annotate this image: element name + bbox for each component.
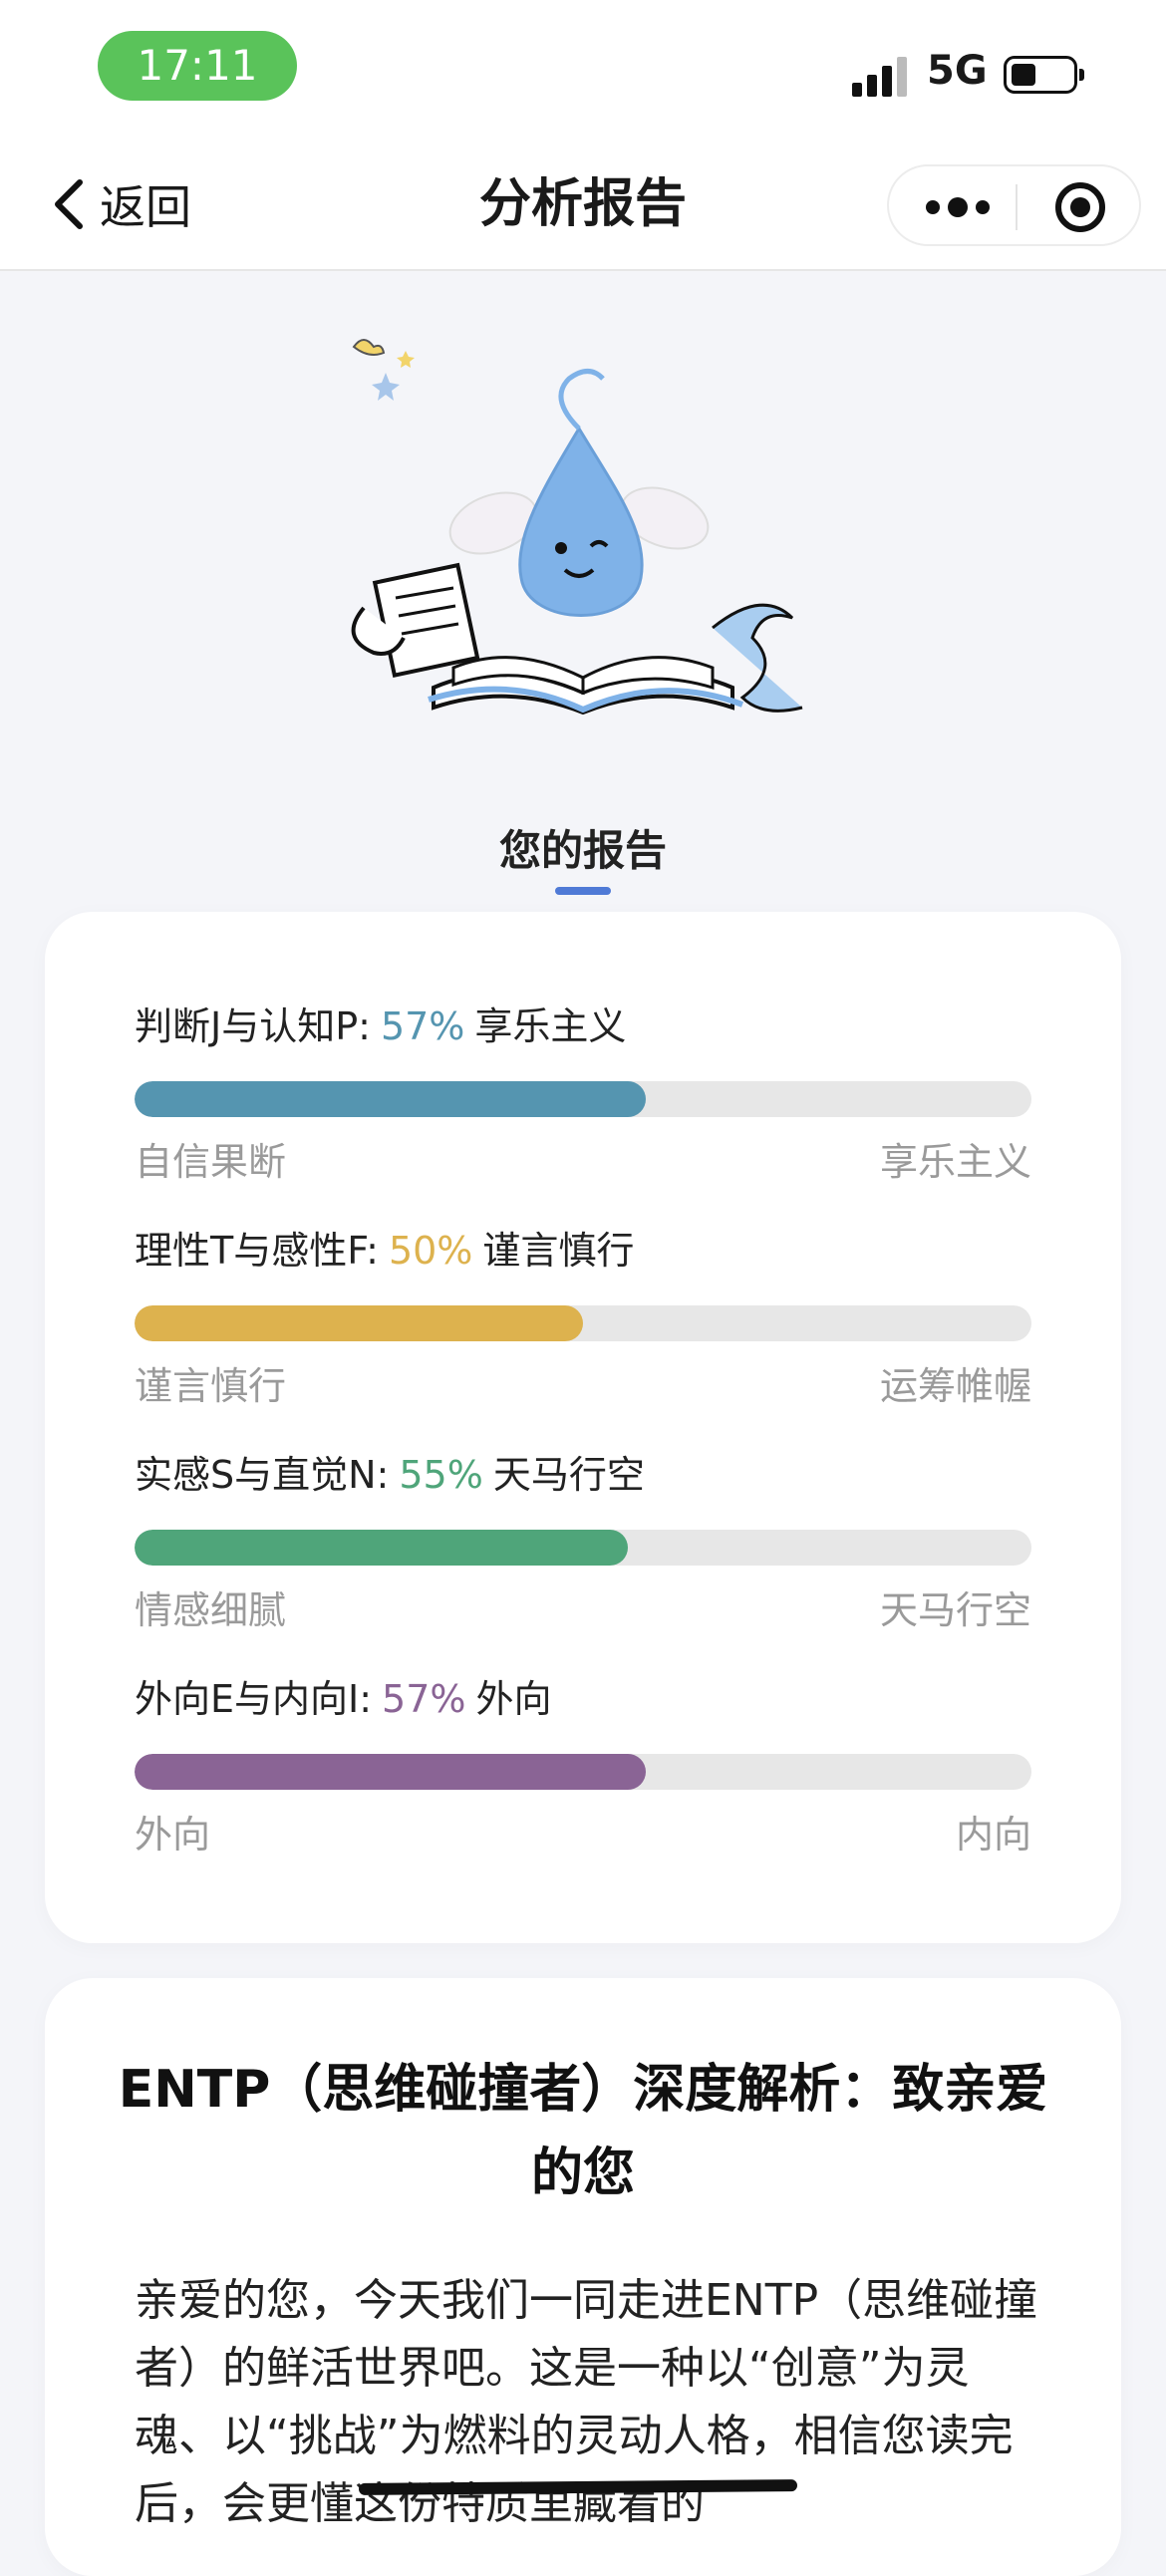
metric-percent: 55% xyxy=(399,1453,483,1497)
network-type: 5G xyxy=(927,48,988,94)
metric-name: 理性T与感性F: xyxy=(135,1229,379,1273)
right-pole-label: 享乐主义 xyxy=(879,1140,1031,1184)
progress-bar xyxy=(135,1530,628,1566)
progress-track xyxy=(135,1530,1031,1566)
left-pole-label: 谨言慎行 xyxy=(135,1364,287,1408)
signal-icon xyxy=(852,55,912,97)
miniprogram-capsule xyxy=(887,164,1141,246)
progress-bar xyxy=(135,1754,646,1790)
metric-result: 外向 xyxy=(475,1677,552,1721)
progress-bar xyxy=(135,1081,646,1117)
battery-icon xyxy=(1004,56,1084,94)
metric-result: 享乐主义 xyxy=(474,1004,627,1048)
tab-indicator xyxy=(555,887,611,895)
analysis-title: ENTP（思维碰撞者）深度解析：致亲爱的您 xyxy=(118,2060,1048,2203)
metric-label: 实感S与直觉N: 55% 天马行空 xyxy=(135,1450,1031,1500)
metric-s-n: 实感S与直觉N: 55% 天马行空 情感细腻 天马行空 xyxy=(135,1450,1031,1632)
status-time: 17:11 xyxy=(98,31,297,101)
metric-percent: 50% xyxy=(388,1229,473,1273)
progress-track xyxy=(135,1081,1031,1117)
nav-bar: 返回 分析报告 xyxy=(0,140,1166,271)
left-pole-label: 情感细腻 xyxy=(135,1588,287,1632)
metric-label: 外向E与内向I: 57% 外向 xyxy=(135,1674,1031,1724)
progress-track xyxy=(135,1305,1031,1341)
right-pole-label: 运筹帷幄 xyxy=(879,1364,1031,1408)
metric-result: 天马行空 xyxy=(492,1453,645,1497)
right-pole-label: 内向 xyxy=(955,1813,1031,1857)
metric-label: 理性T与感性F: 50% 谨言慎行 xyxy=(135,1226,1031,1276)
mascot-illustration xyxy=(351,339,803,716)
metric-label: 判断J与认知P: 57% 享乐主义 xyxy=(135,1002,1031,1051)
right-pole-label: 天马行空 xyxy=(879,1588,1031,1632)
metric-t-f: 理性T与感性F: 50% 谨言慎行 谨言慎行 运筹帷幄 xyxy=(135,1226,1031,1408)
metric-j-p: 判断J与认知P: 57% 享乐主义 自信果断 享乐主义 xyxy=(135,1002,1031,1184)
metrics-card: 判断J与认知P: 57% 享乐主义 自信果断 享乐主义 理性T与感性F: 50% 谨言慎… xyxy=(45,912,1121,1943)
metric-percent: 57% xyxy=(382,1677,466,1721)
left-pole-label: 外向 xyxy=(135,1813,211,1857)
metric-name: 外向E与内向I: xyxy=(135,1677,373,1721)
status-bar: 17:11 5G xyxy=(0,0,1166,140)
metric-e-i: 外向E与内向I: 57% 外向 外向 内向 xyxy=(135,1674,1031,1857)
metric-name: 实感S与直觉N: xyxy=(135,1453,390,1497)
left-pole-label: 自信果断 xyxy=(135,1140,287,1184)
close-miniprogram-icon[interactable] xyxy=(1053,180,1107,234)
analysis-body: 亲爱的您，今天我们一同走进ENTP（思维碰撞者）的鲜活世界吧。这是一种以“创意”… xyxy=(135,2275,1038,2529)
metric-percent: 57% xyxy=(380,1004,465,1048)
progress-bar xyxy=(135,1305,583,1341)
metric-name: 判断J与认知P: xyxy=(135,1004,371,1048)
more-icon[interactable] xyxy=(923,192,993,222)
metric-result: 谨言慎行 xyxy=(482,1229,635,1273)
progress-track xyxy=(135,1754,1031,1790)
tab-report[interactable]: 您的报告 xyxy=(0,817,1166,878)
